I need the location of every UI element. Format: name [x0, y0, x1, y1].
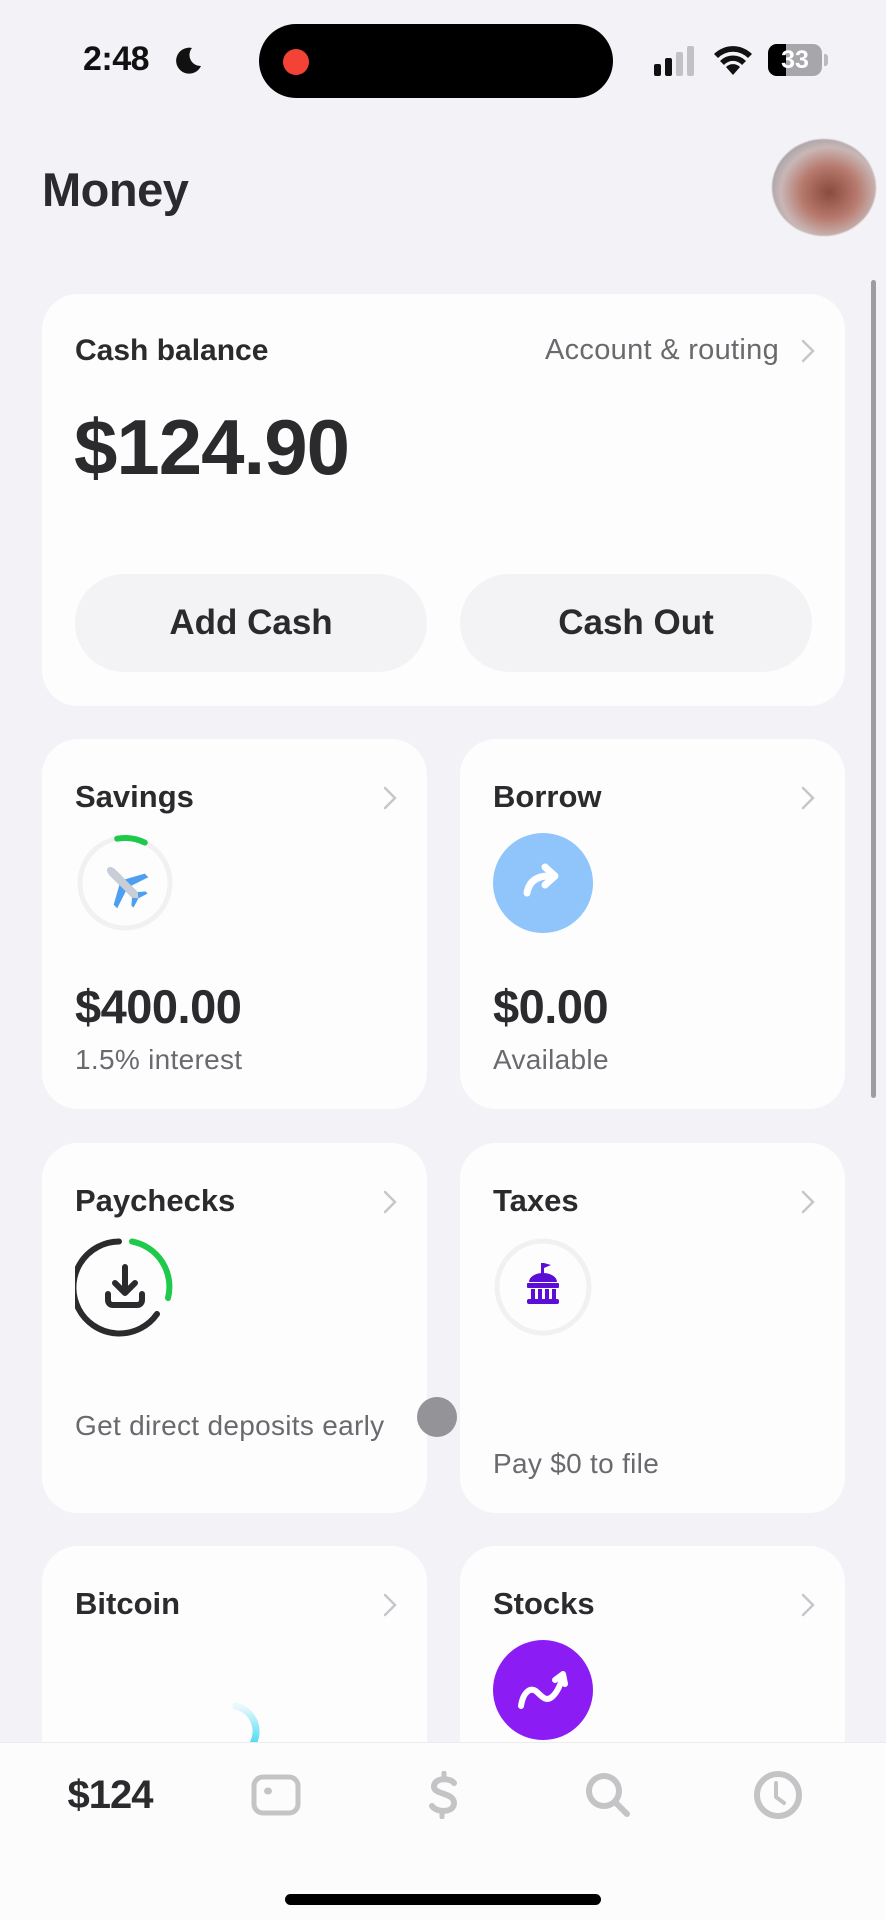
chevron-right-icon: [383, 786, 397, 810]
cash-out-button[interactable]: Cash Out: [460, 574, 812, 672]
borrow-tile[interactable]: Borrow $0.00 Available: [460, 739, 845, 1109]
card-icon: [251, 1774, 301, 1816]
savings-title: Savings: [75, 779, 194, 814]
profile-avatar[interactable]: [772, 139, 876, 236]
battery-percent: 33: [781, 46, 809, 74]
recording-indicator: [283, 49, 309, 75]
page-title: Money: [42, 163, 189, 216]
scrollbar[interactable]: [871, 280, 876, 1098]
add-cash-button[interactable]: Add Cash: [75, 574, 427, 672]
stocks-title: Stocks: [493, 1586, 595, 1621]
savings-goal-ring: [77, 835, 173, 931]
clock-icon: [754, 1771, 802, 1819]
stocks-icon-circle: [493, 1640, 593, 1740]
borrow-title: Borrow: [493, 779, 602, 814]
savings-value: $400.00: [75, 980, 242, 1033]
cash-balance-label: Cash balance: [75, 334, 269, 367]
paychecks-description: Get direct deposits early: [75, 1410, 385, 1441]
taxes-icon-circle: [494, 1238, 592, 1336]
chevron-right-icon: [383, 1593, 397, 1617]
taxes-title: Taxes: [493, 1183, 579, 1218]
search-icon: [586, 1773, 630, 1817]
chevron-right-icon: [801, 339, 815, 362]
download-icon: [105, 1264, 145, 1308]
borrow-subtitle: Available: [493, 1044, 609, 1075]
savings-subtitle: 1.5% interest: [75, 1044, 243, 1075]
cellular-signal-icon: [654, 46, 694, 76]
home-indicator[interactable]: [285, 1894, 601, 1905]
borrow-icon-circle: [493, 833, 593, 933]
chevron-right-icon: [801, 786, 815, 810]
airplane-icon: [107, 867, 149, 909]
tab-activity[interactable]: [738, 1743, 818, 1847]
chevron-right-icon: [801, 1593, 815, 1617]
chevron-right-icon: [801, 1190, 815, 1214]
borrow-value: $0.00: [493, 980, 609, 1033]
chevron-right-icon: [383, 1190, 397, 1214]
paychecks-tile[interactable]: Paychecks Get direct deposits early: [42, 1143, 427, 1513]
capitol-building-icon: [527, 1263, 559, 1304]
bitcoin-title: Bitcoin: [75, 1586, 181, 1621]
battery-indicator: 33: [768, 44, 822, 76]
wifi-icon: [714, 46, 752, 75]
dollar-icon: [429, 1771, 458, 1819]
taxes-description: Pay $0 to file: [493, 1448, 660, 1479]
touch-indicator: [417, 1397, 457, 1437]
battery-tip: [824, 54, 828, 66]
tab-card[interactable]: [236, 1743, 316, 1847]
status-time: 2:48: [83, 40, 150, 78]
account-routing-link[interactable]: Account & routing: [545, 334, 815, 367]
moon-icon: [176, 47, 201, 74]
tab-money[interactable]: $124: [40, 1743, 180, 1847]
tab-pay[interactable]: [403, 1743, 483, 1847]
cash-balance-amount: $124.90: [74, 403, 350, 491]
cash-balance-card: Cash balance Account & routing $124.90 A…: [42, 294, 845, 706]
paychecks-ring: [75, 1238, 173, 1337]
tab-search[interactable]: [568, 1743, 648, 1847]
paychecks-title: Paychecks: [75, 1183, 236, 1218]
dynamic-island: [259, 24, 613, 98]
taxes-tile[interactable]: Taxes Pay $0 to file: [460, 1143, 845, 1513]
account-routing-label: Account & routing: [544, 334, 779, 366]
savings-tile[interactable]: Savings $400.00 1.5% interest: [42, 739, 427, 1109]
